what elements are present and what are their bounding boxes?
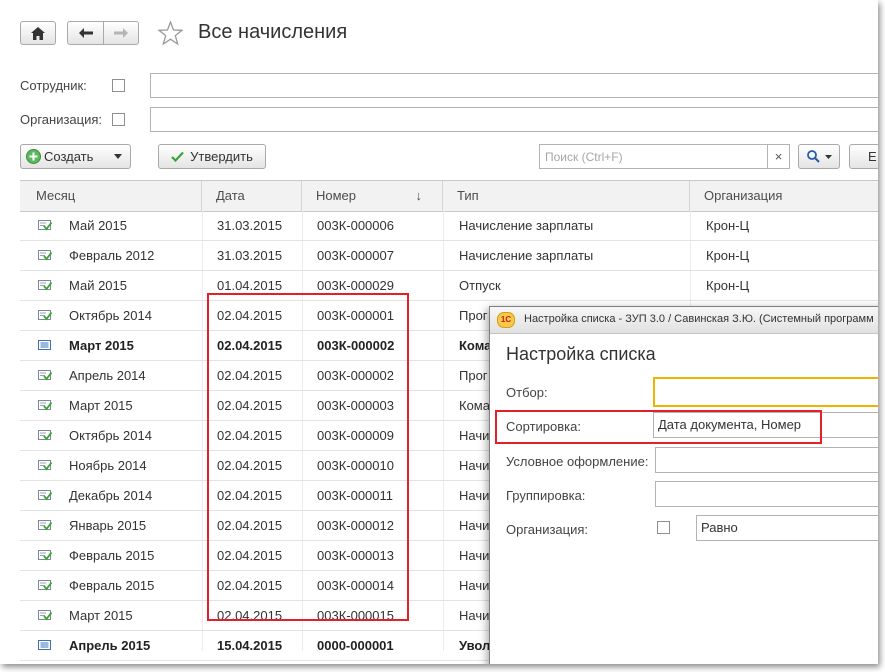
cell-month: Март 2015 — [69, 608, 133, 623]
approve-button[interactable]: Утвердить — [158, 144, 266, 169]
cell-date: 15.04.2015 — [217, 638, 283, 653]
cell-month: Ноябрь 2014 — [69, 458, 147, 473]
organization-label: Организация: — [506, 522, 589, 537]
document-posted-icon — [38, 400, 52, 411]
plus-circle-icon — [26, 149, 41, 164]
dialog-window-title: Настройка списка - ЗУП 3.0 / Савинская З… — [524, 313, 874, 325]
dialog-heading: Настройка списка — [506, 344, 656, 364]
dropdown-arrow-icon — [824, 154, 832, 159]
column-header-month[interactable]: Месяц — [20, 181, 202, 211]
conditional-format-field[interactable] — [655, 447, 878, 473]
filter-label: Отбор: — [506, 385, 548, 400]
grouping-label: Группировка: — [506, 488, 586, 503]
cell-month: Февраль 2015 — [69, 548, 155, 563]
cell-date: 31.03.2015 — [217, 218, 283, 233]
extra-toolbar-button[interactable]: Е — [849, 144, 878, 169]
document-posted-icon — [38, 460, 52, 471]
organization-filter-label: Организация: — [20, 112, 103, 127]
cell-number: 0000-000001 — [317, 638, 394, 653]
cell-month: Апрель 2015 — [69, 638, 151, 653]
column-header-number[interactable]: Номер ↓ — [302, 181, 443, 211]
dialog-titlebar[interactable]: 1С Настройка списка - ЗУП 3.0 / Савинска… — [490, 307, 878, 334]
cell-month: Октябрь 2014 — [69, 308, 152, 323]
grouping-field[interactable] — [655, 481, 878, 507]
approve-button-label: Утвердить — [190, 149, 253, 164]
cell-org: Крон-Ц — [706, 248, 750, 263]
document-posted-icon — [38, 580, 52, 591]
table-header: Месяц Дата Номер ↓ Тип Организация — [20, 180, 878, 212]
close-icon: × — [774, 149, 783, 164]
organization-filter-input[interactable] — [150, 107, 878, 132]
cell-org: Крон-Ц — [706, 218, 750, 233]
favorite-star-icon[interactable] — [158, 21, 183, 45]
document-draft-icon — [38, 340, 51, 350]
cell-month: Март 2015 — [69, 398, 133, 413]
search-options-button[interactable] — [798, 144, 840, 169]
document-posted-icon — [38, 310, 52, 321]
home-button[interactable] — [20, 21, 56, 45]
document-posted-icon — [38, 280, 52, 291]
home-icon — [31, 26, 45, 40]
document-posted-icon — [38, 520, 52, 531]
column-header-organization[interactable]: Организация — [690, 181, 878, 211]
search-icon — [806, 150, 820, 163]
cell-month: Февраль 2012 — [69, 248, 155, 263]
conditional-format-label: Условное оформление: — [506, 454, 649, 469]
cell-type: Начисление зарплаты — [459, 248, 594, 263]
create-button-label: Создать — [44, 149, 94, 164]
forward-button[interactable] — [103, 21, 139, 45]
cell-org: Крон-Ц — [706, 278, 750, 293]
column-header-type[interactable]: Тип — [443, 181, 690, 211]
cell-date: 31.03.2015 — [217, 248, 283, 263]
search-input[interactable]: Поиск (Ctrl+F) — [539, 144, 768, 169]
employee-filter-input[interactable] — [150, 73, 878, 98]
filter-field[interactable] — [653, 377, 878, 407]
cell-number: 003К-000007 — [317, 248, 394, 263]
arrow-right-icon — [114, 28, 128, 38]
table-row[interactable]: Май 2015 31.03.2015 003К-000006 Начисление … — [20, 211, 878, 241]
extra-toolbar-button-label: Е — [868, 149, 877, 164]
create-button[interactable]: Создать — [20, 144, 131, 169]
main-window: Все начисления Сотрудник: Организация: С… — [0, 0, 878, 664]
list-settings-dialog: 1С Настройка списка - ЗУП 3.0 / Савинска… — [489, 306, 878, 664]
table-row[interactable]: Февраль 2012 31.03.2015 003К-000007 Начисле… — [20, 241, 878, 271]
back-button[interactable] — [67, 21, 104, 45]
organization-checkbox[interactable] — [657, 521, 670, 534]
document-posted-icon — [38, 220, 52, 231]
cell-month: Апрель 2014 — [69, 368, 146, 383]
cell-type: Отпуск — [459, 278, 501, 293]
highlight-date-number — [207, 293, 409, 621]
table-row[interactable]: Май 2015 01.04.2015 003К-000029 Отпуск Крон-… — [20, 271, 878, 301]
document-draft-icon — [38, 640, 51, 650]
cell-month: Январь 2015 — [69, 518, 147, 533]
cell-month: Март 2015 — [69, 338, 134, 353]
organization-filter-checkbox[interactable] — [112, 113, 125, 126]
cell-month: Декабрь 2014 — [69, 488, 153, 503]
document-posted-icon — [38, 490, 52, 501]
cell-month: Февраль 2015 — [69, 578, 155, 593]
document-posted-icon — [38, 430, 52, 441]
employee-filter-label: Сотрудник: — [20, 78, 87, 93]
checkmark-icon — [171, 151, 184, 162]
page-title: Все начисления — [198, 21, 348, 43]
document-posted-icon — [38, 550, 52, 561]
organization-condition-field[interactable]: Равно — [696, 515, 878, 541]
column-header-date[interactable]: Дата — [202, 181, 302, 211]
dropdown-arrow-icon — [114, 154, 122, 159]
document-posted-icon — [38, 370, 52, 381]
cell-month: Май 2015 — [69, 278, 127, 293]
highlight-sort — [495, 410, 822, 444]
cell-number: 003К-000006 — [317, 218, 394, 233]
search-placeholder: Поиск (Ctrl+F) — [545, 150, 623, 164]
document-posted-icon — [38, 250, 52, 261]
cell-month: Октябрь 2014 — [69, 428, 152, 443]
sort-descending-icon: ↓ — [415, 188, 423, 203]
cell-type: Начисление зарплаты — [459, 218, 594, 233]
cell-month: Май 2015 — [69, 218, 127, 233]
search-clear-button[interactable]: × — [767, 144, 790, 169]
document-posted-icon — [38, 610, 52, 621]
employee-filter-checkbox[interactable] — [112, 79, 125, 92]
arrow-left-icon — [78, 28, 93, 38]
app-logo-icon: 1С — [497, 312, 515, 328]
